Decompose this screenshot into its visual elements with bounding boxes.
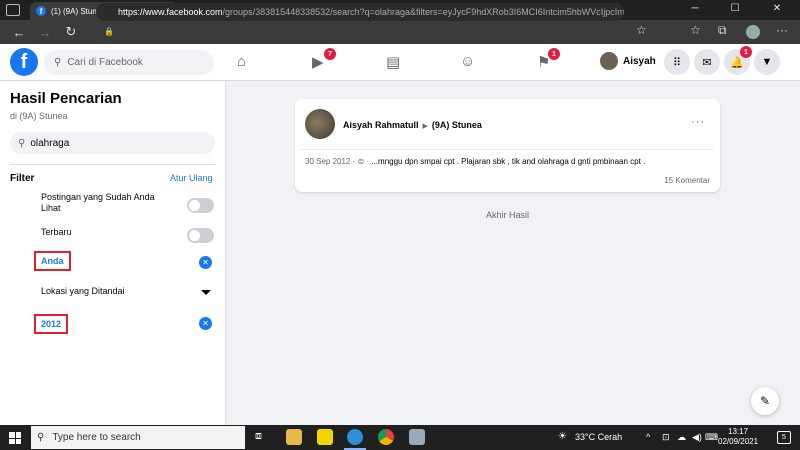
chevron-down-icon[interactable] [201, 290, 211, 295]
collections-icon[interactable]: ⧉ [718, 23, 727, 38]
groups-icon[interactable]: ☺ [460, 53, 475, 70]
address-bar[interactable]: https://www.facebook.com/groups/38381544… [96, 3, 624, 21]
forward-button[interactable]: → [32, 25, 58, 40]
minimize-button[interactable]: ─ [680, 3, 710, 14]
windows-start-icon[interactable] [9, 432, 21, 444]
account-dropdown-icon[interactable]: ▼ [754, 49, 780, 75]
search-placeholder: Cari di Facebook [67, 57, 143, 68]
filter-heading: Filter [10, 173, 35, 184]
url-path: /groups/383815448338532/search?q=olahrag… [222, 7, 624, 17]
reload-button[interactable]: ↻ [58, 24, 84, 40]
favorite-star-icon[interactable]: ☆ [636, 23, 647, 37]
favorites-icon[interactable]: ☆ [690, 23, 701, 37]
avatar [600, 52, 618, 70]
facebook-header: f ⚲ Cari di Facebook ⌂ ▶ 7 ▤ ☺ ⚑ 1 Aisya… [0, 44, 800, 81]
reset-filters-link[interactable]: Atur Ulang [170, 173, 213, 183]
end-of-results: Akhir Hasil [486, 210, 530, 220]
post-author-link[interactable]: Aisyah Rahmatull [343, 120, 419, 130]
audience-icon: ⊜ [357, 157, 365, 166]
clock-time: 13:17 [728, 427, 749, 436]
taskbar-search-input[interactable]: ⚲ Type here to search [31, 426, 245, 449]
edge-browser-icon[interactable] [347, 429, 363, 445]
filter-year-selected[interactable]: 2012 [34, 314, 69, 334]
search-sidebar: Hasil Pencarian di (9A) Stunea ⚲ olahrag… [0, 81, 225, 425]
search-icon: ⚲ [18, 137, 26, 149]
facebook-search-input[interactable]: ⚲ Cari di Facebook [44, 50, 214, 75]
ime-icon[interactable]: ⌨ [705, 432, 718, 443]
search-value: olahraga [30, 137, 70, 149]
back-button[interactable]: ← [6, 25, 32, 40]
action-center-icon[interactable]: 5 [777, 431, 791, 444]
search-icon: ⚲ [37, 432, 45, 443]
close-window-button[interactable]: ✕ [762, 3, 792, 14]
filter-recent-label: Terbaru [41, 227, 72, 237]
maximize-button[interactable]: ☐ [720, 3, 750, 14]
sticky-notes-icon[interactable] [317, 429, 333, 445]
taskbar-clock[interactable]: 13:17 02/09/2021 [718, 427, 758, 447]
compose-icon: ✎ [759, 394, 771, 408]
windows-taskbar: ⚲ Type here to search ⧈ ☀ 33°C Cerah ^ ⊡… [0, 425, 800, 450]
recent-toggle[interactable] [187, 228, 214, 243]
watch-badge: 7 [324, 48, 336, 60]
weather-icon: ☀ [558, 431, 567, 442]
task-view-icon[interactable]: ⧈ [255, 430, 262, 443]
separator: · [366, 157, 370, 166]
filter-seen-posts-label: Postingan yang Sudah Anda Lihat [41, 192, 155, 213]
browser-profile-avatar[interactable] [746, 25, 760, 39]
comment-count-link[interactable]: 15 Komentar [664, 176, 710, 185]
weather-text[interactable]: 33°C Cerah [575, 432, 622, 442]
people-icon[interactable]: ⊡ [662, 432, 670, 443]
avatar[interactable] [305, 109, 335, 139]
group-search-input[interactable]: ⚲ olahraga [10, 132, 215, 154]
divider [10, 164, 215, 165]
home-icon[interactable]: ⌂ [237, 53, 246, 70]
user-name: Aisyah [623, 55, 656, 67]
paint-icon[interactable] [409, 429, 425, 445]
filter-location-label[interactable]: Lokasi yang Ditandai [41, 286, 125, 297]
clear-year-icon[interactable]: ✕ [199, 317, 212, 330]
marketplace-icon[interactable]: ▤ [386, 53, 400, 71]
chrome-icon[interactable] [378, 429, 394, 445]
profile-shortcut[interactable]: Aisyah [600, 52, 656, 70]
new-message-button[interactable]: ✎ [751, 387, 779, 415]
post-date[interactable]: 30 Sep 2012 [305, 157, 350, 166]
browser-menu-icon[interactable]: ··· [776, 23, 788, 37]
file-explorer-icon[interactable] [286, 429, 302, 445]
tray-expand-icon[interactable]: ^ [646, 432, 650, 442]
seen-posts-toggle[interactable] [187, 198, 214, 213]
pages-badge: 1 [548, 48, 560, 60]
facebook-logo[interactable]: f [10, 48, 38, 76]
separator: · [352, 157, 356, 166]
notification-badge: 1 [740, 46, 752, 58]
more-options-icon[interactable]: ··· [691, 116, 705, 128]
search-result-post: Aisyah Rahmatull ▶ (9A) Stunea ··· 30 Sep … [295, 99, 720, 192]
arrow-right-icon: ▶ [422, 123, 428, 130]
divider [301, 149, 714, 150]
post-meta: 30 Sep 2012 · ⊜ · ...mnggu dpn smpai cpt… [305, 157, 645, 166]
lock-icon[interactable]: 🔒 [104, 27, 114, 36]
filter-author-selected[interactable]: Anda [34, 251, 71, 271]
page-subtitle: di (9A) Stunea [10, 111, 68, 121]
network-icon[interactable]: ☁ [677, 432, 686, 443]
page-title: Hasil Pencarian [10, 90, 122, 107]
taskbar-search-placeholder: Type here to search [52, 432, 141, 443]
watch-icon[interactable]: ▶ [312, 53, 324, 71]
clear-author-icon[interactable]: ✕ [199, 256, 212, 269]
facebook-favicon-icon: f [36, 6, 46, 16]
post-header: Aisyah Rahmatull ▶ (9A) Stunea [343, 120, 482, 130]
clock-date: 02/09/2021 [718, 437, 759, 446]
url-host: https://www.facebook.com [118, 7, 223, 17]
messenger-icon[interactable]: ✉ [694, 49, 720, 75]
post-snippet[interactable]: ...mnggu dpn smpai cpt . Plajaran sbk , … [371, 157, 645, 166]
menu-grid-icon[interactable]: ⠿ [664, 49, 690, 75]
tab-actions-icon[interactable] [6, 4, 20, 16]
address-toolbar: ← → ↻ [0, 20, 800, 44]
post-group-link[interactable]: (9A) Stunea [432, 120, 482, 130]
volume-icon[interactable]: ◀) [692, 432, 702, 443]
search-icon: ⚲ [54, 57, 62, 68]
